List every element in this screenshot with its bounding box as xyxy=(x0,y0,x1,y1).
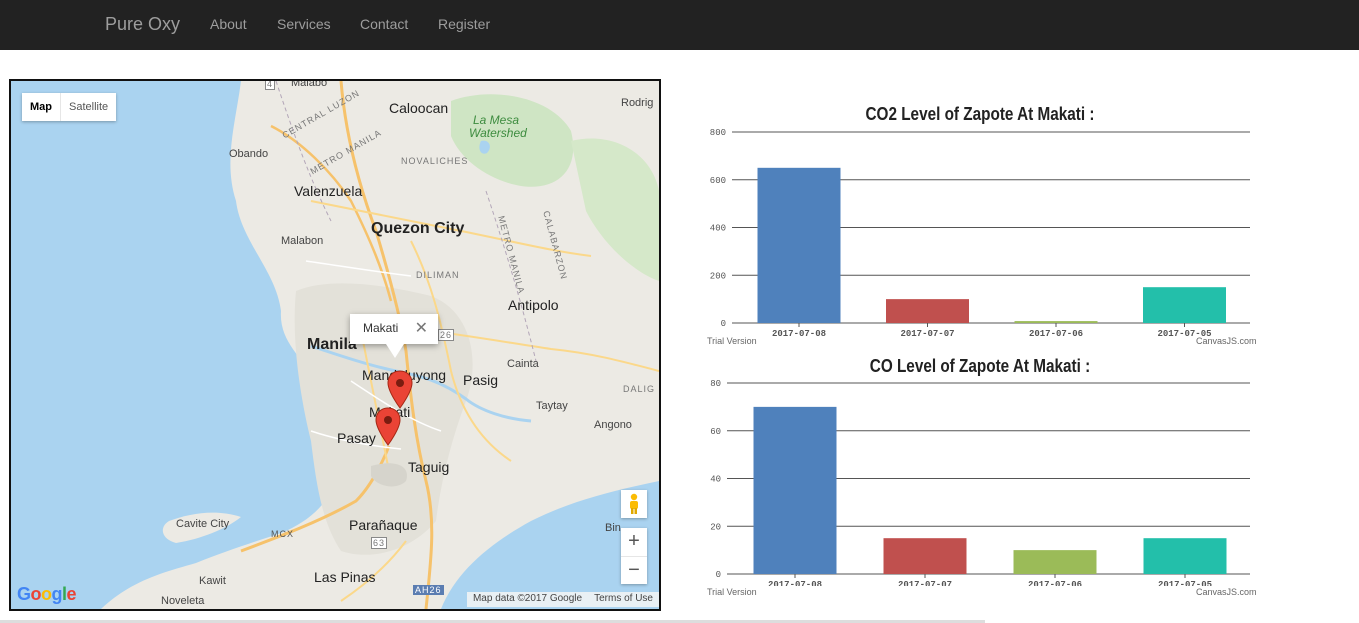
map-type-control: Map Satellite xyxy=(22,93,117,121)
y-tick-label: 0 xyxy=(721,319,726,329)
y-tick-label: 200 xyxy=(710,271,726,281)
chart-watermark-right[interactable]: CanvasJS.com xyxy=(1196,336,1257,346)
x-tick-label: 2017-07-05 xyxy=(1157,329,1211,336)
nav-contact[interactable]: Contact xyxy=(360,16,408,32)
place-label: Quezon City xyxy=(371,220,465,237)
nav-services[interactable]: Services xyxy=(277,16,331,32)
co2-chart: CO2 Level of Zapote At Makati : 0 200 400 6… xyxy=(700,96,1260,352)
svg-text:Google: Google xyxy=(17,584,77,604)
x-tick-label: 2017-07-07 xyxy=(900,329,954,336)
zoom-in-button[interactable]: + xyxy=(621,528,647,557)
x-tick-label: 2017-07-06 xyxy=(1029,329,1083,336)
y-tick-label: 0 xyxy=(716,570,721,580)
co-chart-svg: 0 20 40 60 80 2017-07-08 2017-07-07 2017-07-06 2… xyxy=(710,379,1250,586)
place-label: Obando xyxy=(229,148,269,160)
place-label: Cainta xyxy=(507,358,539,370)
place-label: Taguig xyxy=(408,459,450,475)
y-tick-label: 600 xyxy=(710,176,726,186)
y-tick-label: 80 xyxy=(710,379,721,389)
bar xyxy=(886,299,969,323)
road-label: AH26 xyxy=(413,585,444,595)
chart-watermark-left: Trial Version xyxy=(707,336,757,346)
place-label: DALIG xyxy=(623,384,656,394)
y-tick-label: 400 xyxy=(710,224,726,234)
google-logo[interactable]: Google xyxy=(17,583,83,609)
map-type-map-button[interactable]: Map xyxy=(22,93,61,121)
map-marker-icon[interactable] xyxy=(375,407,401,447)
bar xyxy=(1013,550,1097,574)
infowindow-tail xyxy=(386,344,404,358)
place-label: Rodrig xyxy=(621,97,654,109)
infowindow-label: Makati xyxy=(363,321,399,335)
place-label: Valenzuela xyxy=(294,183,363,199)
bar xyxy=(757,167,841,323)
road-label: 63 xyxy=(371,537,388,549)
map-type-satellite-button[interactable]: Satellite xyxy=(61,93,116,121)
road-label: 4 xyxy=(265,79,276,90)
place-label: Las Pinas xyxy=(314,569,376,585)
place-label: DILIMAN xyxy=(416,270,460,280)
x-tick-label: 2017-07-08 xyxy=(768,580,822,586)
bar xyxy=(883,538,967,574)
x-tick-label: 2017-07-05 xyxy=(1158,580,1212,586)
close-icon[interactable]: ✕ xyxy=(415,318,428,338)
brand-link[interactable]: Pure Oxy xyxy=(105,14,180,35)
place-label: Pasay xyxy=(337,430,376,446)
place-label: Watershed xyxy=(469,126,527,140)
x-tick-label: 2017-07-08 xyxy=(772,329,826,336)
co-chart: CO Level of Zapote At Makati : 0 20 40 60 80… xyxy=(700,346,1260,602)
map-attribution: Map data ©2017 Google Terms of Use xyxy=(466,592,659,607)
bar xyxy=(1143,538,1227,574)
place-label: Malabon xyxy=(281,235,324,247)
google-map[interactable]: Map Satellite Malabo Caloocan La Mesa Wa… xyxy=(9,79,661,611)
street-view-pegman-button[interactable] xyxy=(621,490,647,518)
place-label: Caloocan xyxy=(389,100,449,116)
place-label: Pasig xyxy=(463,372,499,388)
pegman-icon xyxy=(630,493,638,514)
y-tick-label: 60 xyxy=(710,427,721,437)
map-infowindow: Makati ✕ xyxy=(350,314,438,358)
co2-chart-svg: 0 200 400 600 800 2017-07-08 2017-07-07 2017-07… xyxy=(710,128,1250,336)
bar xyxy=(1014,321,1098,323)
navbar: Pure Oxy About Services Contact Register xyxy=(0,0,1359,50)
place-label: Angono xyxy=(594,419,632,431)
y-tick-label: 20 xyxy=(710,522,721,532)
chart-watermark-left: Trial Version xyxy=(707,587,757,597)
road-label: 26 xyxy=(438,329,455,341)
road-label: MCX xyxy=(271,529,294,539)
place-label: NOVALICHES xyxy=(401,156,469,166)
nav-register[interactable]: Register xyxy=(438,16,490,32)
place-label: Bin xyxy=(605,522,621,534)
zoom-control: + − xyxy=(621,528,647,584)
place-label: Malabo xyxy=(291,79,328,89)
place-label: La Mesa xyxy=(473,113,520,127)
place-label: Cavite City xyxy=(176,518,230,530)
bar xyxy=(1143,287,1226,323)
nav-about[interactable]: About xyxy=(210,16,247,32)
bar xyxy=(753,406,837,574)
chart-watermark-right[interactable]: CanvasJS.com xyxy=(1196,587,1257,597)
place-label: Antipolo xyxy=(508,297,559,313)
x-tick-label: 2017-07-06 xyxy=(1028,580,1082,586)
map-marker-icon[interactable] xyxy=(387,370,413,410)
place-label: Parañaque xyxy=(349,517,418,533)
place-label: Taytay xyxy=(536,400,568,412)
zoom-out-button[interactable]: − xyxy=(621,557,647,585)
google-logo-icon: Google xyxy=(17,584,77,604)
y-tick-label: 40 xyxy=(710,475,721,485)
y-tick-label: 800 xyxy=(710,128,726,138)
x-tick-label: 2017-07-07 xyxy=(898,580,952,586)
terms-of-use-link[interactable]: Terms of Use xyxy=(588,592,659,607)
map-data-credit: Map data ©2017 Google xyxy=(472,593,583,604)
place-label: Noveleta xyxy=(161,595,205,607)
place-label: Kawit xyxy=(199,575,226,587)
